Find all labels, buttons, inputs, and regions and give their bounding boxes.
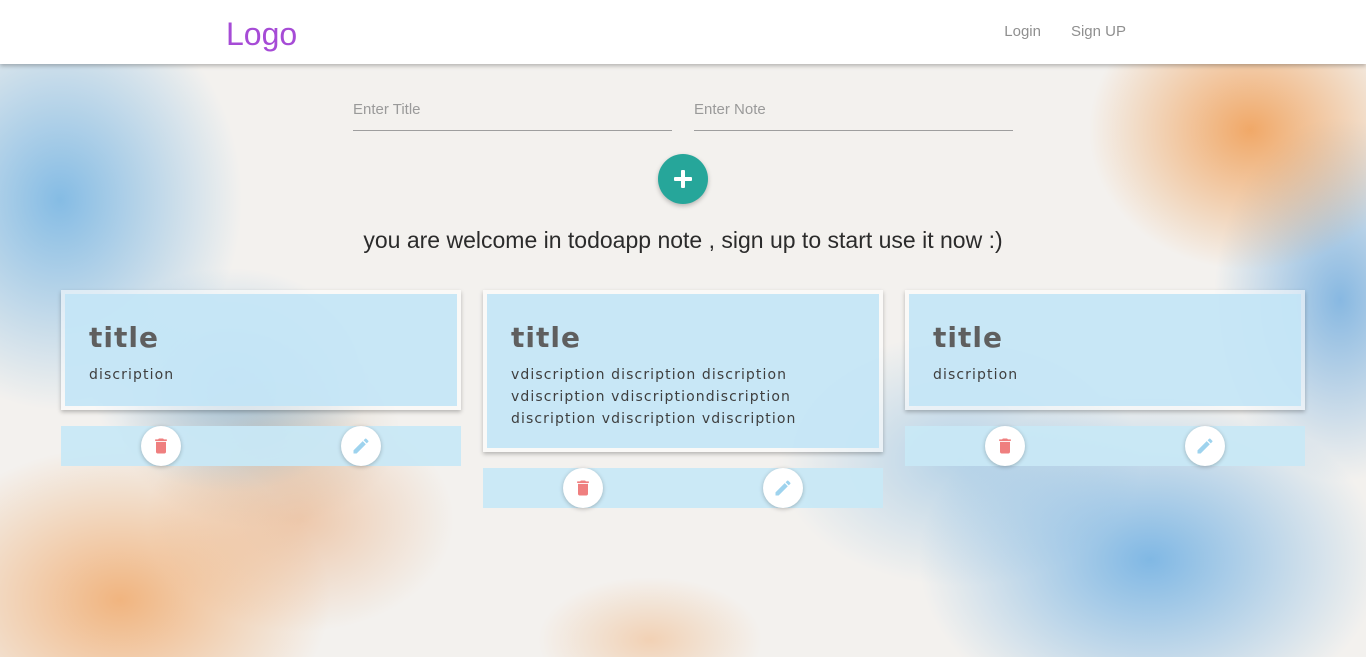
edit-note-button[interactable]: [763, 468, 803, 508]
note-card-body: title discription: [61, 290, 461, 410]
edit-note-button[interactable]: [1185, 426, 1225, 466]
title-field: [353, 92, 672, 131]
note-title: title: [933, 321, 1003, 354]
delete-note-button[interactable]: [141, 426, 181, 466]
pencil-icon: [1197, 438, 1213, 454]
note-actions: [483, 468, 883, 508]
note-card-content: title discription: [909, 294, 1301, 406]
note-actions: [905, 426, 1305, 466]
note-card-content: title discription: [65, 294, 457, 406]
nav-links: Login Sign UP: [1004, 22, 1126, 42]
pencil-icon: [353, 438, 369, 454]
note-card-body: title vdiscription discription discripti…: [483, 290, 883, 452]
note-field: [694, 92, 1013, 131]
note-actions: [61, 426, 461, 466]
note-input[interactable]: [694, 92, 1013, 126]
trash-icon: [577, 480, 589, 496]
note-title: title: [511, 321, 581, 354]
note-card: title vdiscription discription discripti…: [483, 290, 883, 508]
welcome-message: you are welcome in todoapp note , sign u…: [363, 227, 1003, 253]
title-input[interactable]: [353, 92, 672, 126]
logo[interactable]: Logo: [226, 14, 297, 54]
note-description: vdiscription discription discription vdi…: [511, 367, 797, 427]
note-description: discription: [89, 367, 175, 383]
note-description: discription: [933, 367, 1019, 383]
signup-link[interactable]: Sign UP: [1071, 22, 1126, 42]
delete-note-button[interactable]: [985, 426, 1025, 466]
note-card-body: title discription: [905, 290, 1305, 410]
note-card: title discription: [61, 290, 461, 466]
edit-note-button[interactable]: [341, 426, 381, 466]
trash-icon: [155, 438, 167, 454]
note-title: title: [89, 321, 159, 354]
pencil-icon: [775, 480, 791, 496]
note-card: title discription: [905, 290, 1305, 466]
login-link[interactable]: Login: [1004, 22, 1041, 42]
note-card-content: title vdiscription discription discripti…: [487, 294, 879, 448]
trash-icon: [999, 438, 1011, 454]
plus-icon: [673, 169, 693, 189]
delete-note-button[interactable]: [563, 468, 603, 508]
add-note-button[interactable]: [658, 154, 708, 204]
navbar: Logo Login Sign UP: [0, 0, 1366, 64]
